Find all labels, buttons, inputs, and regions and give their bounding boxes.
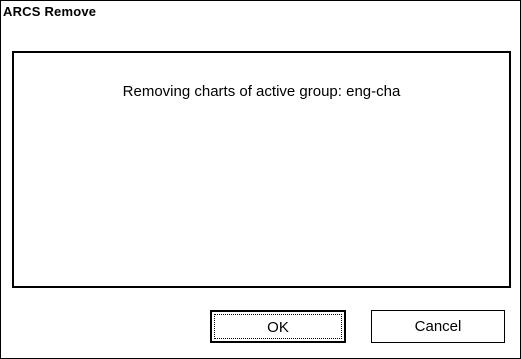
ok-button[interactable]: OK [210,310,346,343]
message-panel: Removing charts of active group: eng-cha [12,51,511,288]
ok-button-label: OK [267,319,289,336]
status-message: Removing charts of active group: eng-cha [122,83,401,100]
cancel-button[interactable]: Cancel [371,310,505,343]
arcs-remove-dialog: ARCS Remove Removing charts of active gr… [0,0,521,359]
dialog-title: ARCS Remove [3,4,97,19]
cancel-button-label: Cancel [414,318,462,335]
